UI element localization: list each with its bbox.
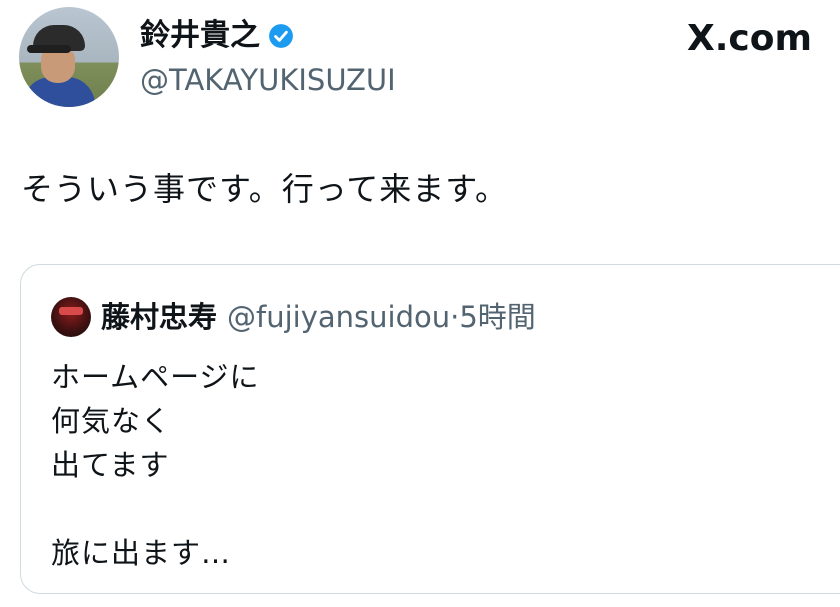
author-avatar[interactable] — [19, 7, 119, 107]
quoted-timestamp[interactable]: 5時間 — [459, 297, 535, 337]
quoted-text-line: 出てます — [51, 448, 170, 482]
author-display-name[interactable]: 鈴井貴之 — [140, 16, 260, 56]
avatar-cap-brim — [27, 45, 71, 53]
brand-logo: X.com — [686, 18, 812, 59]
quoted-tweet-body: ホームページに 何気なく 出てます 旅に出ます… — [51, 355, 260, 575]
author-handle[interactable]: @TAKAYUKISUZUI — [140, 60, 396, 100]
quoted-text-line: 何気なく — [51, 404, 172, 438]
quoted-text-line: ホームページに — [51, 360, 260, 394]
tweet-text: そういう事です。行って来ます。 — [21, 170, 509, 208]
quoted-text-line — [51, 487, 260, 531]
quoted-separator: · — [450, 300, 460, 334]
author-name-row[interactable]: 鈴井貴之 — [140, 16, 294, 56]
quoted-author-avatar[interactable] — [51, 297, 91, 337]
quoted-tweet-header: 藤村忠寿 @fujiyansuidou · 5時間 — [51, 297, 536, 337]
quoted-tweet-card[interactable]: 藤村忠寿 @fujiyansuidou · 5時間 ホームページに 何気なく 出… — [20, 264, 840, 594]
quoted-text-line: 旅に出ます… — [51, 536, 232, 570]
verified-badge-icon — [269, 24, 293, 48]
quoted-author-handle[interactable]: @fujiyansuidou — [227, 297, 450, 337]
quoted-author-name[interactable]: 藤村忠寿 — [101, 297, 217, 337]
